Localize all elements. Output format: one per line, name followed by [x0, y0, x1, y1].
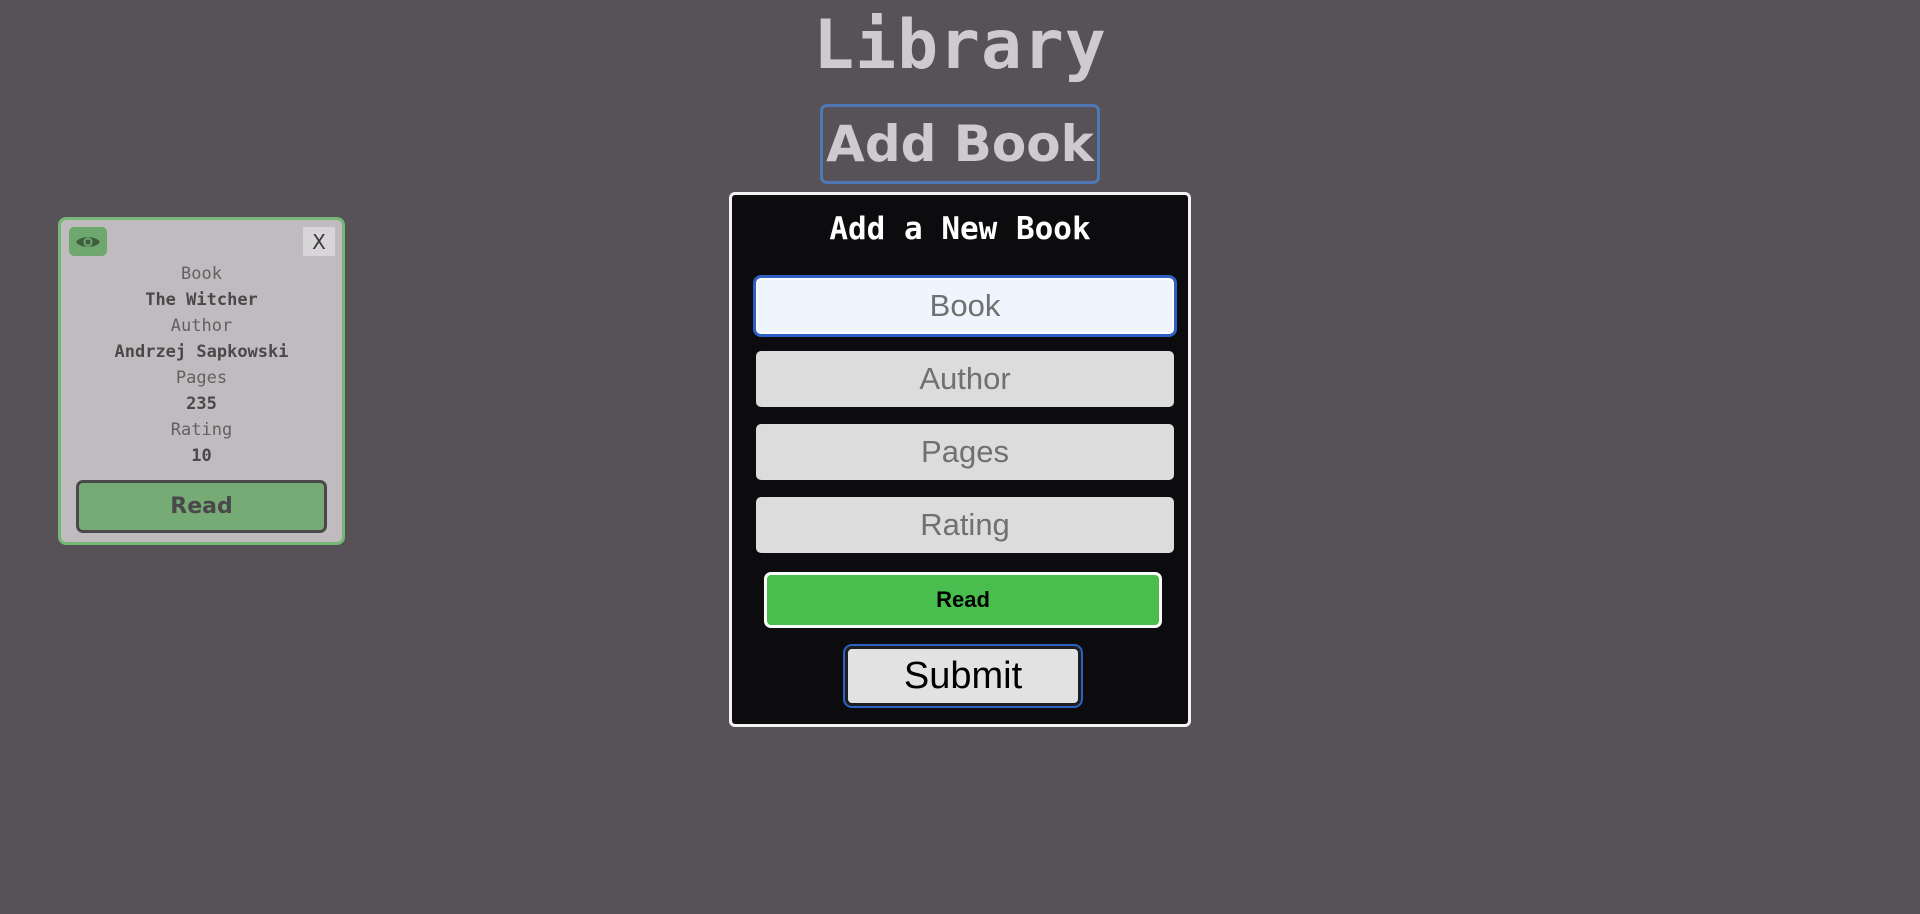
rating-label: Rating: [170, 420, 233, 440]
add-book-button[interactable]: Add Book: [820, 104, 1100, 184]
book-input[interactable]: [756, 278, 1174, 334]
pages-value: 235: [186, 394, 217, 414]
submit-button[interactable]: Submit: [845, 646, 1081, 706]
rating-value: 10: [191, 446, 212, 466]
pages-label: Pages: [175, 368, 228, 388]
page: Library Add Book X Book The Witcher Auth…: [0, 0, 1920, 914]
book-label: Book: [181, 264, 222, 284]
pages-input[interactable]: [756, 424, 1174, 480]
author-label: Author: [170, 316, 233, 336]
card-read-toggle-button[interactable]: Read: [76, 480, 327, 533]
eye-icon: [76, 236, 100, 247]
form-read-toggle-button[interactable]: Read: [764, 572, 1162, 628]
author-input[interactable]: [756, 351, 1174, 407]
rating-input[interactable]: [756, 497, 1174, 553]
app-title: Library: [813, 6, 1107, 85]
toggle-visibility-button[interactable]: [69, 227, 107, 256]
author-value: Andrzej Sapkowski: [114, 342, 289, 362]
add-book-form: Add a New Book Read Submit: [729, 192, 1191, 727]
book-card: X Book The Witcher Author Andrzej Sapkow…: [58, 217, 345, 545]
form-title: Add a New Book: [829, 211, 1091, 247]
remove-book-button[interactable]: X: [303, 227, 335, 256]
book-details: Book The Witcher Author Andrzej Sapkowsk…: [61, 261, 342, 469]
book-title-value: The Witcher: [145, 290, 258, 310]
